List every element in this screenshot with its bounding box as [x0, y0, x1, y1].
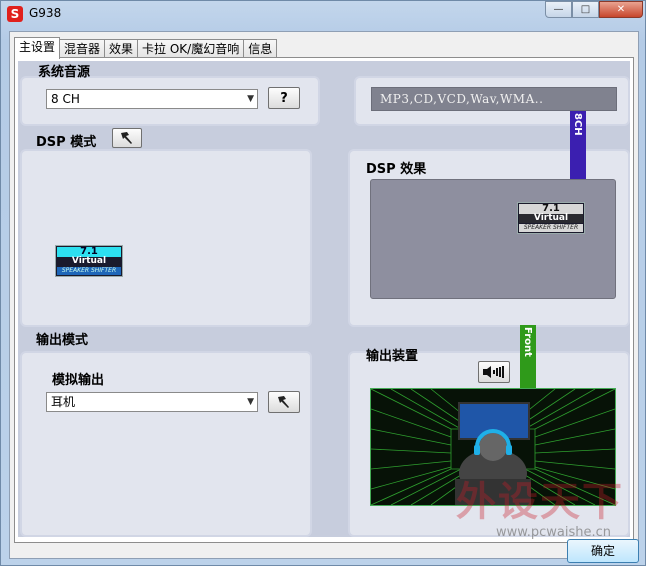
dsp-mode-box — [20, 149, 312, 327]
speaker-test-button[interactable] — [478, 361, 510, 383]
tab-main-settings[interactable]: 主设置 — [14, 37, 61, 59]
minimize-button[interactable]: — — [545, 1, 572, 18]
dsp-effect-heading: DSP 效果 — [366, 162, 427, 177]
window-title: G938 — [29, 6, 62, 20]
system-source-heading: 系统音源 — [38, 65, 91, 80]
channel-select[interactable]: 8 CH ▼ — [46, 89, 258, 109]
dsp-effect-display: 7.1 Virtual SPEAKER SHIFTER — [370, 179, 616, 299]
hammer-icon — [121, 132, 132, 144]
output-device-select-value: 耳机 — [51, 395, 76, 409]
ok-button[interactable]: 确定 — [567, 539, 639, 563]
tab-karaoke[interactable]: 卡拉 OK/魔幻音响 — [137, 39, 245, 58]
output-device-heading: 输出装置 — [366, 349, 419, 364]
title-bar: S G938 — □ ✕ — [1, 1, 645, 27]
output-device-select[interactable]: 耳机 ▼ — [46, 392, 258, 412]
tab-effects[interactable]: 效果 — [104, 39, 139, 58]
speaker-volume-icon — [483, 366, 504, 378]
supported-formats-display: MP3,CD,VCD,Wav,WMA.. — [371, 87, 617, 111]
badge-bottom-text: SPEAKER SHIFTER — [57, 267, 121, 275]
strip-8ch-label: 8CH — [572, 113, 583, 136]
dsp-effect-virtual71-badge: 7.1 Virtual SPEAKER SHIFTER — [517, 202, 585, 234]
watermark-logo: 外设天下 — [456, 479, 624, 525]
effect-badge-bottom-text: SPEAKER SHIFTER — [519, 224, 583, 232]
channel-select-value: 8 CH — [51, 92, 80, 106]
strip-front-label: Front — [522, 327, 533, 357]
badge-mid-text: Virtual — [57, 257, 121, 266]
tab-info[interactable]: 信息 — [243, 39, 278, 58]
chevron-down-icon: ▼ — [247, 94, 254, 104]
hammer-icon — [278, 396, 289, 408]
dsp-mode-heading: DSP 模式 — [36, 135, 97, 150]
effect-badge-mid-text: Virtual — [519, 214, 583, 223]
watermark-url: www.pcwaishe.cn — [496, 525, 611, 540]
panel-background: 系统音源 8 CH ▼ ? MP3,CD,VCD,Wav,WMA.. 8CH F… — [18, 61, 630, 537]
application-window: S G938 — □ ✕ 主设置 混音器 效果 卡拉 OK/魔幻音响 信息 系统… — [0, 0, 646, 566]
dsp-mode-virtual71-badge[interactable]: 7.1 Virtual SPEAKER SHIFTER — [55, 245, 123, 277]
tab-strip: 主设置 混音器 效果 卡拉 OK/魔幻音响 信息 — [14, 37, 278, 59]
analog-output-heading: 模拟输出 — [52, 373, 105, 388]
output-settings-button[interactable] — [268, 391, 300, 413]
dsp-mode-settings-button[interactable] — [112, 128, 142, 148]
chevron-down-icon: ▼ — [247, 397, 254, 407]
close-button[interactable]: ✕ — [599, 1, 643, 18]
help-button[interactable]: ? — [268, 87, 300, 109]
output-mode-heading: 输出模式 — [36, 333, 89, 348]
tab-mixer[interactable]: 混音器 — [59, 39, 106, 58]
app-logo-icon: S — [7, 6, 23, 22]
maximize-button[interactable]: □ — [572, 1, 599, 18]
